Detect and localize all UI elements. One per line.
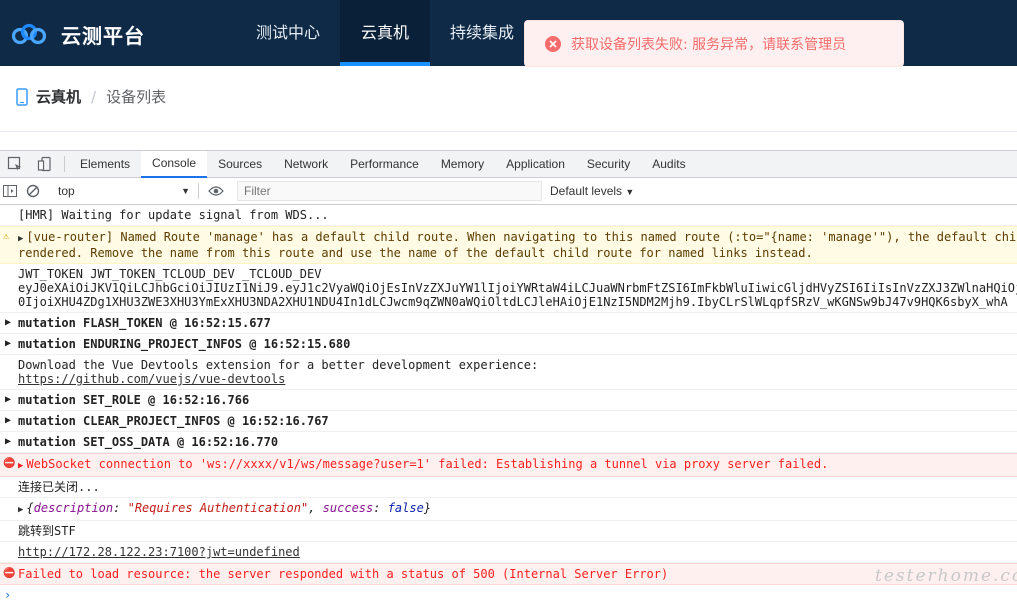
tab-sources[interactable]: Sources <box>207 151 273 178</box>
tab-console[interactable]: Console <box>141 150 208 178</box>
cloud-logo-icon <box>11 23 47 44</box>
console-toolbar: top ▼ Default levels ▼ <box>0 178 1017 205</box>
mutation-text: mutation SET_OSS_DATA @ 16:52:16.770 <box>18 435 279 449</box>
breadcrumb-current: 设备列表 <box>106 88 167 106</box>
object-value: false <box>387 501 424 515</box>
object-brace: } <box>423 501 432 515</box>
object-key: success <box>322 501 374 515</box>
error-icon: ⛔ <box>3 568 16 579</box>
app-logo[interactable]: 云测平台 <box>11 20 145 49</box>
console-message: [HMR] Waiting for update signal from WDS… <box>0 205 1017 226</box>
toast-message: 获取设备列表失败: 服务异常，请联系管理员 <box>571 36 847 53</box>
expand-arrow-icon[interactable]: ▶ <box>18 461 23 471</box>
console-group[interactable]: ▶ mutation SET_ROLE @ 16:52:16.766 <box>0 390 1017 411</box>
phone-icon <box>16 87 28 106</box>
expand-arrow-icon[interactable]: ▶ <box>5 414 11 428</box>
log-levels-select[interactable]: Default levels ▼ <box>550 184 634 198</box>
toolbar-separator <box>198 183 199 199</box>
mutation-text: mutation CLEAR_PROJECT_INFOS @ 16:52:16.… <box>18 414 329 428</box>
console-message: Download the Vue Devtools extension for … <box>0 355 1017 390</box>
error-icon: ⛔ <box>3 458 16 469</box>
watermark: testerhome.com <box>875 566 1017 586</box>
console-prompt-input[interactable]: › <box>0 585 1017 605</box>
error-toast: 获取设备列表失败: 服务异常，请联系管理员 <box>524 20 904 67</box>
toolbar-separator <box>64 156 65 172</box>
message-text: [HMR] Waiting for update signal from WDS… <box>18 208 329 222</box>
error-text: WebSocket connection to 'ws://xxxx/v1/ws… <box>26 457 829 471</box>
error-text: Failed to load resource: the server resp… <box>18 567 669 581</box>
clear-console-icon[interactable] <box>20 178 46 205</box>
breadcrumb: 云真机 / 设备列表 <box>16 86 166 107</box>
tab-memory[interactable]: Memory <box>430 151 495 178</box>
message-text: 连接已关闭... <box>18 480 100 494</box>
console-message: 连接已关闭... <box>0 477 1017 498</box>
sidebar-toggle-icon[interactable] <box>0 178 20 205</box>
mutation-text: mutation SET_ROLE @ 16:52:16.766 <box>18 393 250 407</box>
object-brace: { <box>26 501 34 515</box>
expand-arrow-icon[interactable]: ▶ <box>5 337 11 351</box>
jwt-label: JWT_TOKEN JWT_TOKEN_TCLOUD_DEV _TCLOUD_D… <box>18 267 322 281</box>
console-output: [HMR] Waiting for update signal from WDS… <box>0 205 1017 605</box>
tab-performance[interactable]: Performance <box>339 151 430 178</box>
vue-devtools-link[interactable]: https://github.com/vuejs/vue-devtools <box>18 372 285 386</box>
tab-audits[interactable]: Audits <box>641 151 696 178</box>
nav-item-cloud-devices[interactable]: 云真机 <box>340 0 431 66</box>
nav-item-test-center[interactable]: 测试中心 <box>236 0 340 66</box>
message-text: Download the Vue Devtools extension for … <box>18 358 539 372</box>
expand-arrow-icon[interactable]: ▶ <box>5 316 11 330</box>
inspect-element-icon[interactable] <box>0 151 30 178</box>
console-message: 跳转到STF <box>0 521 1017 542</box>
stf-link[interactable]: http://172.28.122.23:7100?jwt=undefined <box>18 545 300 559</box>
message-text: 跳转到STF <box>18 524 76 538</box>
console-object[interactable]: ▶ {description: "Requires Authentication"… <box>0 498 1017 521</box>
expand-arrow-icon[interactable]: ▶ <box>18 505 23 515</box>
devtools-tabbar: Elements Console Sources Network Perform… <box>0 150 1017 178</box>
tab-elements[interactable]: Elements <box>69 151 141 178</box>
tab-application[interactable]: Application <box>495 151 576 178</box>
context-select[interactable]: top ▼ <box>54 184 194 198</box>
console-filter-input[interactable] <box>237 181 542 201</box>
log-levels-label: Default levels <box>550 184 623 198</box>
expand-arrow-icon[interactable]: ▶ <box>18 234 23 244</box>
object-key: description <box>33 501 114 515</box>
console-group[interactable]: ▶ mutation ENDURING_PROJECT_INFOS @ 16:52… <box>0 334 1017 355</box>
divider <box>0 131 1017 132</box>
nav-item-ci[interactable]: 持续集成 <box>430 0 534 66</box>
main-nav: 测试中心 云真机 持续集成 <box>236 0 534 66</box>
eye-icon[interactable] <box>203 178 229 205</box>
error-circle-icon <box>545 35 561 52</box>
console-group[interactable]: ▶ mutation FLASH_TOKEN @ 16:52:15.677 <box>0 313 1017 334</box>
warning-text-cont: rendered. Remove the name from this rout… <box>18 246 813 260</box>
expand-arrow-icon[interactable]: ▶ <box>5 393 11 407</box>
console-group[interactable]: ▶ mutation CLEAR_PROJECT_INFOS @ 16:52:16… <box>0 411 1017 432</box>
object-value: "Requires Authentication" <box>127 501 309 515</box>
mutation-text: mutation ENDURING_PROJECT_INFOS @ 16:52:… <box>18 337 351 351</box>
jwt-token-cont: 0IjoiXHU4ZDg1XHU3ZWE3XHU3YmExXHU3NDA2XHU… <box>18 295 1008 309</box>
tab-network[interactable]: Network <box>273 151 339 178</box>
console-message: JWT_TOKEN JWT_TOKEN_TCLOUD_DEV _TCLOUD_D… <box>0 264 1017 313</box>
console-error[interactable]: ⛔ ▶ WebSocket connection to 'ws://xxxx/v1… <box>0 453 1017 477</box>
console-group[interactable]: ▶ mutation SET_OSS_DATA @ 16:52:16.770 <box>0 432 1017 453</box>
jwt-token: eyJ0eXAiOiJKV1QiLCJhbGciOiJIUzI1NiJ9.eyJ… <box>18 281 1017 295</box>
warning-text: [vue-router] Named Route 'manage' has a … <box>26 230 1017 244</box>
device-toolbar-icon[interactable] <box>30 151 60 178</box>
dropdown-arrow-icon: ▼ <box>181 186 190 196</box>
console-error[interactable]: ⛔ Failed to load resource: the server re… <box>0 563 1017 585</box>
breadcrumb-main[interactable]: 云真机 <box>36 86 81 107</box>
prompt-icon: › <box>4 588 12 602</box>
console-warning[interactable]: ⚠ ▶ [vue-router] Named Route 'manage' has… <box>0 226 1017 264</box>
dropdown-arrow-icon: ▼ <box>625 187 635 197</box>
devtools-panel: Elements Console Sources Network Perform… <box>0 150 1017 602</box>
expand-arrow-icon[interactable]: ▶ <box>5 435 11 449</box>
breadcrumb-separator: / <box>91 87 97 106</box>
console-message: http://172.28.122.23:7100?jwt=undefined <box>0 542 1017 563</box>
context-value: top <box>58 184 75 198</box>
app-title: 云测平台 <box>61 24 145 48</box>
mutation-text: mutation FLASH_TOKEN @ 16:52:15.677 <box>18 316 271 330</box>
tab-security[interactable]: Security <box>576 151 641 178</box>
warning-icon: ⚠ <box>3 231 10 242</box>
